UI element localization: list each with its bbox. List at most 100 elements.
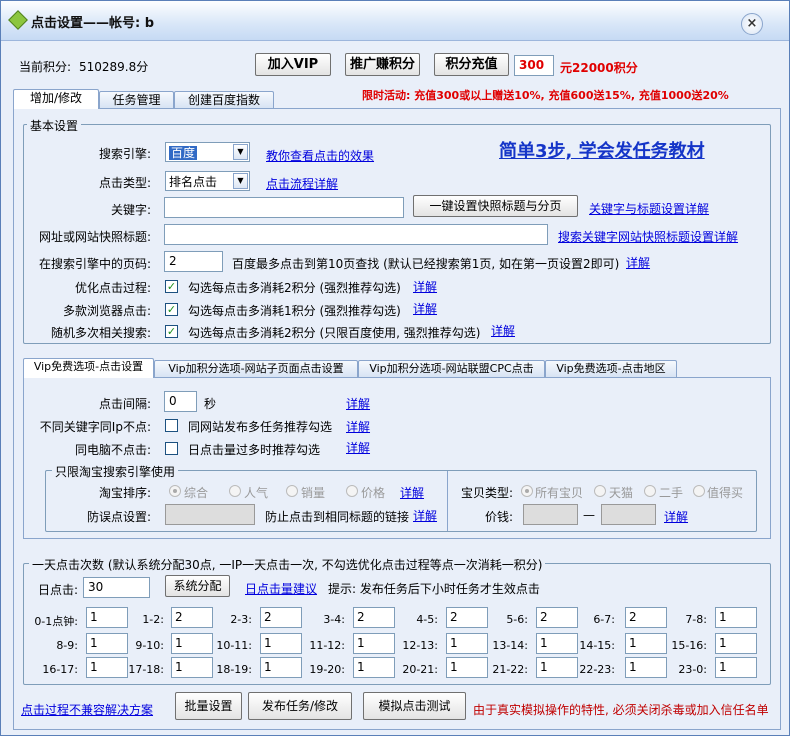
price-max-input[interactable] — [601, 504, 656, 525]
url-input[interactable] — [164, 224, 548, 245]
promote-earn-points-button[interactable]: 推广赚积分 — [345, 53, 420, 76]
daily-suggest-link[interactable]: 日点击量建议 — [245, 580, 317, 597]
click-type-select[interactable]: 排名点击 ▼ — [165, 171, 250, 191]
mistake-label: 防误点设置: — [86, 510, 151, 524]
interval-input[interactable]: 0 — [164, 391, 197, 412]
system-allocate-button[interactable]: 系统分配 — [165, 575, 230, 597]
hour-label: 2-3: — [230, 613, 252, 626]
item-type-radio-worth[interactable] — [693, 485, 705, 497]
title-bar[interactable]: 点击设置——帐号: b × — [1, 1, 789, 41]
hour-label: 17-18: — [128, 663, 164, 676]
compat-solution-link[interactable]: 点击过程不兼容解决方案 — [21, 701, 153, 718]
multi-browser-detail-link[interactable]: 详解 — [413, 300, 437, 317]
multi-browser-checkbox[interactable]: ✓ — [165, 303, 178, 316]
sort-option-popularity: 人气 — [244, 486, 269, 500]
optimize-label: 优化点击过程: — [74, 281, 151, 295]
sort-label: 淘宝排序: — [98, 486, 151, 500]
optimize-checkbox[interactable]: ✓ — [165, 280, 178, 293]
daily-clicks-title: 一天点击次数 (默认系统分配30点, 一IP一天点击一次, 不勾选优化点击过程等… — [29, 556, 546, 573]
hour-label: 1-2: — [142, 613, 164, 626]
simulate-click-button[interactable]: 模拟点击测试 — [363, 692, 466, 720]
close-button[interactable]: × — [741, 13, 763, 35]
click-flow-link[interactable]: 点击流程详解 — [266, 175, 338, 192]
keyword-label: 关键字: — [110, 203, 151, 217]
sort-option-comprehensive: 综合 — [184, 486, 209, 500]
optimize-detail-link[interactable]: 详解 — [413, 278, 437, 295]
item-type-radio-all[interactable] — [521, 485, 533, 497]
hour-label: 12-13: — [402, 639, 438, 652]
mistake-input[interactable] — [165, 504, 255, 525]
mistake-text: 防止点击到相同标题的链接 — [265, 510, 410, 524]
keyword-input[interactable] — [164, 197, 404, 218]
item-type-option-tmall: 天猫 — [609, 486, 634, 500]
item-type-option-worth: 值得买 — [707, 486, 744, 500]
hour-label: 6-7: — [593, 613, 615, 626]
same-pc-checkbox[interactable] — [165, 442, 178, 455]
price-dash: — — [583, 508, 595, 522]
tab-vip-click-settings[interactable]: Vip免费选项-点击设置 — [23, 358, 154, 378]
batch-settings-button[interactable]: 批量设置 — [175, 692, 242, 720]
hour-label: 13-14: — [492, 639, 528, 652]
sort-radio-price[interactable] — [346, 485, 358, 497]
recharge-points-button[interactable]: 积分充值 — [434, 53, 509, 76]
tab-vip-subpage-click[interactable]: Vip加积分选项-网站子页面点击设置 — [154, 360, 358, 378]
price-detail-link[interactable]: 详解 — [664, 508, 688, 525]
daily-clicks-input[interactable]: 30 — [83, 577, 150, 598]
engine-select[interactable]: 百度 ▼ — [165, 142, 250, 162]
hour-label: 19-20: — [309, 663, 345, 676]
hour-label: 14-15: — [579, 639, 615, 652]
url-label: 网址或网站快照标题: — [38, 230, 151, 244]
item-type-radio-tmall[interactable] — [594, 485, 606, 497]
tab-create-baidu-index[interactable]: 创建百度指数 — [174, 91, 274, 109]
sort-detail-link[interactable]: 详解 — [400, 484, 424, 501]
price-min-input[interactable] — [523, 504, 578, 525]
hour-input[interactable]: 1 — [715, 607, 757, 628]
promo-banner: 限时活动: 充值300或以上赠送10%, 充值600送15%, 充值1000送2… — [362, 89, 729, 102]
sort-option-sales: 销量 — [301, 486, 326, 500]
keyword-title-help-link[interactable]: 关键字与标题设置详解 — [589, 200, 709, 217]
page-detail-link[interactable]: 详解 — [626, 254, 650, 271]
tab-vip-click-region[interactable]: Vip免费选项-点击地区 — [545, 360, 677, 378]
random-search-text: 勾选每点击多消耗2积分 (只限百度使用, 强烈推荐勾选) — [188, 326, 481, 340]
hour-label: 8-9: — [56, 639, 78, 652]
sort-radio-popularity[interactable] — [229, 485, 241, 497]
same-pc-detail-link[interactable]: 详解 — [346, 439, 370, 456]
diff-ip-label: 不同关键字同Ip不点: — [39, 420, 151, 434]
sort-radio-comprehensive[interactable] — [169, 485, 181, 497]
click-type-value: 排名点击 — [169, 175, 218, 189]
tutorial-link[interactable]: 简单3步, 学会发任务教材 — [499, 137, 705, 163]
engine-label: 搜索引擎: — [98, 147, 151, 161]
diff-ip-checkbox[interactable] — [165, 419, 178, 432]
diff-ip-text: 同网站发布多任务推荐勾选 — [188, 420, 333, 434]
item-type-option-all: 所有宝贝 — [535, 486, 584, 500]
mistake-detail-link[interactable]: 详解 — [413, 507, 437, 524]
hour-label: 3-4: — [323, 613, 345, 626]
page-input[interactable]: 2 — [164, 251, 223, 272]
sort-radio-sales[interactable] — [286, 485, 298, 497]
random-search-label: 随机多次相关搜索: — [50, 326, 151, 340]
tab-task-management[interactable]: 任务管理 — [99, 91, 174, 109]
diff-ip-detail-link[interactable]: 详解 — [346, 418, 370, 435]
recharge-amount-input[interactable]: 300 — [514, 55, 554, 76]
hour-label: 15-16: — [671, 639, 707, 652]
tab-vip-cpc-click[interactable]: Vip加积分选项-网站联盟CPC点击 — [358, 360, 545, 378]
hour-input[interactable]: 1 — [715, 633, 757, 654]
taobao-group-title: 只限淘宝搜索引擎使用 — [52, 463, 179, 480]
publish-task-button[interactable]: 发布任务/修改 — [248, 692, 352, 720]
engine-help-link[interactable]: 教你查看点击的效果 — [266, 147, 374, 164]
hour-input[interactable]: 1 — [715, 657, 757, 678]
item-type-radio-used[interactable] — [644, 485, 656, 497]
multi-browser-text: 勾选每点击多消耗1积分 (强烈推荐勾选) — [188, 304, 401, 318]
taobao-divider — [447, 471, 448, 531]
interval-detail-link[interactable]: 详解 — [346, 395, 370, 412]
join-vip-button[interactable]: 加入VIP — [255, 53, 331, 76]
random-search-checkbox[interactable]: ✓ — [165, 325, 178, 338]
random-search-detail-link[interactable]: 详解 — [491, 322, 515, 339]
chevron-down-icon[interactable]: ▼ — [233, 173, 248, 189]
tab-add-modify[interactable]: 增加/修改 — [13, 89, 99, 109]
one-key-setup-button[interactable]: 一键设置快照标题与分页 — [413, 195, 578, 217]
url-help-link[interactable]: 搜索关键字网站快照标题设置详解 — [558, 228, 738, 245]
hour-label: 20-21: — [402, 663, 438, 676]
chevron-down-icon[interactable]: ▼ — [233, 144, 248, 160]
interval-label: 点击间隔: — [98, 397, 151, 411]
